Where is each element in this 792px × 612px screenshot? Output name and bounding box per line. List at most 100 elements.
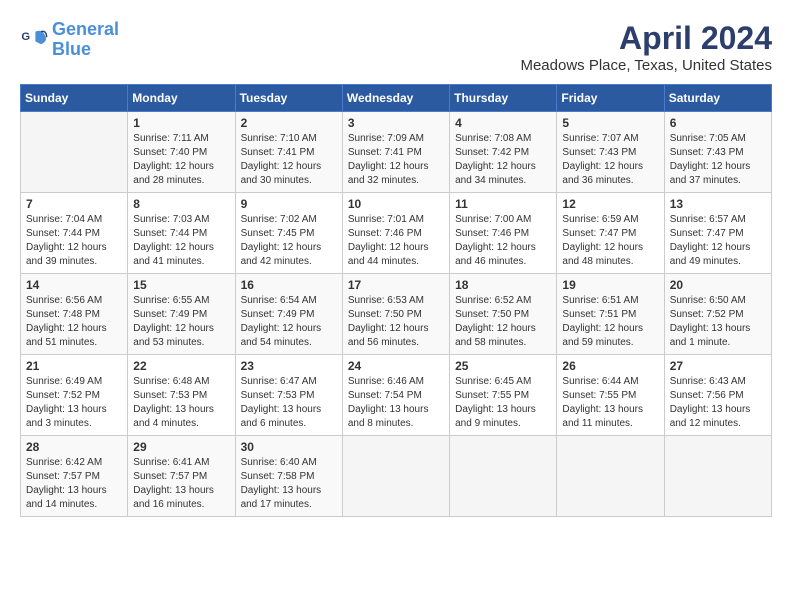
calendar-cell: 16 Sunrise: 6:54 AMSunset: 7:49 PMDayligh… [235,274,342,355]
day-info: Sunrise: 6:42 AMSunset: 7:57 PMDaylight:… [26,456,122,512]
day-info: Sunrise: 6:55 AMSunset: 7:49 PMDaylight:… [133,294,229,350]
day-info: Sunrise: 6:59 AMSunset: 7:47 PMDaylight:… [562,213,658,269]
day-number: 30 [241,440,337,454]
calendar-cell: 18 Sunrise: 6:52 AMSunset: 7:50 PMDayligh… [450,274,557,355]
logo-line2: Blue [52,39,91,59]
day-number: 9 [241,197,337,211]
month-title: April 2024 [520,20,772,57]
day-info: Sunrise: 7:00 AMSunset: 7:46 PMDaylight:… [455,213,551,269]
day-number: 3 [348,116,444,130]
logo-text: General Blue [52,20,119,60]
day-number: 18 [455,278,551,292]
day-info: Sunrise: 7:04 AMSunset: 7:44 PMDaylight:… [26,213,122,269]
calendar-cell: 22 Sunrise: 6:48 AMSunset: 7:53 PMDayligh… [128,355,235,436]
day-info: Sunrise: 6:54 AMSunset: 7:49 PMDaylight:… [241,294,337,350]
day-number: 17 [348,278,444,292]
calendar-cell: 26 Sunrise: 6:44 AMSunset: 7:55 PMDayligh… [557,355,664,436]
calendar-cell: 17 Sunrise: 6:53 AMSunset: 7:50 PMDayligh… [342,274,449,355]
calendar-cell: 7 Sunrise: 7:04 AMSunset: 7:44 PMDaylight… [21,193,128,274]
calendar-table: SundayMondayTuesdayWednesdayThursdayFrid… [20,84,772,517]
day-info: Sunrise: 6:52 AMSunset: 7:50 PMDaylight:… [455,294,551,350]
logo-icon: G [20,26,48,54]
header-cell-tuesday: Tuesday [235,85,342,112]
calendar-cell [450,436,557,517]
calendar-cell: 20 Sunrise: 6:50 AMSunset: 7:52 PMDayligh… [664,274,771,355]
title-area: April 2024 Meadows Place, Texas, United … [520,20,772,74]
day-number: 20 [670,278,766,292]
day-number: 26 [562,359,658,373]
header-cell-thursday: Thursday [450,85,557,112]
calendar-cell: 4 Sunrise: 7:08 AMSunset: 7:42 PMDaylight… [450,112,557,193]
calendar-cell: 13 Sunrise: 6:57 AMSunset: 7:47 PMDayligh… [664,193,771,274]
calendar-cell: 21Sunrise: 6:49 AMSunset: 7:52 PMDayligh… [21,355,128,436]
day-info: Sunrise: 7:01 AMSunset: 7:46 PMDaylight:… [348,213,444,269]
day-number: 19 [562,278,658,292]
day-number: 15 [133,278,229,292]
day-info: Sunrise: 7:09 AMSunset: 7:41 PMDaylight:… [348,132,444,188]
calendar-cell [342,436,449,517]
day-number: 24 [348,359,444,373]
calendar-cell [557,436,664,517]
day-info: Sunrise: 6:41 AMSunset: 7:57 PMDaylight:… [133,456,229,512]
calendar-cell: 2Sunrise: 7:10 AMSunset: 7:41 PMDaylight… [235,112,342,193]
calendar-cell: 5Sunrise: 7:07 AMSunset: 7:43 PMDaylight… [557,112,664,193]
day-number: 10 [348,197,444,211]
day-number: 29 [133,440,229,454]
day-info: Sunrise: 7:03 AMSunset: 7:44 PMDaylight:… [133,213,229,269]
day-number: 16 [241,278,337,292]
day-info: Sunrise: 7:08 AMSunset: 7:42 PMDaylight:… [455,132,551,188]
calendar-cell: 12Sunrise: 6:59 AMSunset: 7:47 PMDayligh… [557,193,664,274]
day-number: 1 [133,116,229,130]
calendar-cell: 14 Sunrise: 6:56 AMSunset: 7:48 PMDayligh… [21,274,128,355]
day-number: 2 [241,116,337,130]
calendar-cell: 29 Sunrise: 6:41 AMSunset: 7:57 PMDayligh… [128,436,235,517]
day-info: Sunrise: 6:40 AMSunset: 7:58 PMDaylight:… [241,456,337,512]
week-row-3: 14 Sunrise: 6:56 AMSunset: 7:48 PMDayligh… [21,274,772,355]
day-number: 22 [133,359,229,373]
day-number: 7 [26,197,122,211]
day-info: Sunrise: 6:47 AMSunset: 7:53 PMDaylight:… [241,375,337,431]
calendar-cell: 28 Sunrise: 6:42 AMSunset: 7:57 PMDayligh… [21,436,128,517]
calendar-cell: 25 Sunrise: 6:45 AMSunset: 7:55 PMDayligh… [450,355,557,436]
header-cell-friday: Friday [557,85,664,112]
week-row-2: 7 Sunrise: 7:04 AMSunset: 7:44 PMDaylight… [21,193,772,274]
day-info: Sunrise: 6:53 AMSunset: 7:50 PMDaylight:… [348,294,444,350]
calendar-cell: 23Sunrise: 6:47 AMSunset: 7:53 PMDayligh… [235,355,342,436]
day-number: 6 [670,116,766,130]
calendar-cell [21,112,128,193]
day-info: Sunrise: 6:43 AMSunset: 7:56 PMDaylight:… [670,375,766,431]
day-number: 25 [455,359,551,373]
day-info: Sunrise: 6:44 AMSunset: 7:55 PMDaylight:… [562,375,658,431]
header-cell-saturday: Saturday [664,85,771,112]
day-info: Sunrise: 6:56 AMSunset: 7:48 PMDaylight:… [26,294,122,350]
day-info: Sunrise: 6:57 AMSunset: 7:47 PMDaylight:… [670,213,766,269]
svg-text:G: G [21,31,30,43]
day-info: Sunrise: 6:46 AMSunset: 7:54 PMDaylight:… [348,375,444,431]
calendar-cell: 6 Sunrise: 7:05 AMSunset: 7:43 PMDaylight… [664,112,771,193]
calendar-cell: 10 Sunrise: 7:01 AMSunset: 7:46 PMDayligh… [342,193,449,274]
calendar-cell: 15 Sunrise: 6:55 AMSunset: 7:49 PMDayligh… [128,274,235,355]
calendar-cell: 24 Sunrise: 6:46 AMSunset: 7:54 PMDayligh… [342,355,449,436]
calendar-cell: 19Sunrise: 6:51 AMSunset: 7:51 PMDayligh… [557,274,664,355]
logo: G General Blue [20,20,119,60]
day-number: 4 [455,116,551,130]
day-number: 8 [133,197,229,211]
day-info: Sunrise: 6:50 AMSunset: 7:52 PMDaylight:… [670,294,766,350]
calendar-cell: 3 Sunrise: 7:09 AMSunset: 7:41 PMDaylight… [342,112,449,193]
day-info: Sunrise: 7:07 AMSunset: 7:43 PMDaylight:… [562,132,658,188]
location-title: Meadows Place, Texas, United States [520,57,772,74]
header-cell-wednesday: Wednesday [342,85,449,112]
day-number: 13 [670,197,766,211]
week-row-5: 28 Sunrise: 6:42 AMSunset: 7:57 PMDayligh… [21,436,772,517]
logo-line1: General [52,19,119,39]
day-number: 28 [26,440,122,454]
day-number: 14 [26,278,122,292]
day-info: Sunrise: 6:45 AMSunset: 7:55 PMDaylight:… [455,375,551,431]
day-info: Sunrise: 6:48 AMSunset: 7:53 PMDaylight:… [133,375,229,431]
day-info: Sunrise: 7:02 AMSunset: 7:45 PMDaylight:… [241,213,337,269]
header-row: SundayMondayTuesdayWednesdayThursdayFrid… [21,85,772,112]
day-info: Sunrise: 7:05 AMSunset: 7:43 PMDaylight:… [670,132,766,188]
day-number: 11 [455,197,551,211]
calendar-cell: 8 Sunrise: 7:03 AMSunset: 7:44 PMDaylight… [128,193,235,274]
page-header: G General Blue April 2024 Meadows Place,… [20,20,772,74]
